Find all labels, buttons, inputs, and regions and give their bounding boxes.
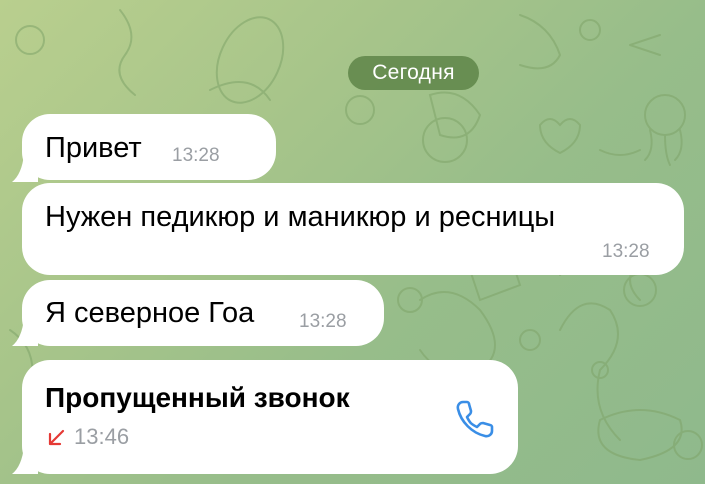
missed-call-title: Пропущенный звонок bbox=[45, 382, 350, 413]
missed-call-time: 13:46 bbox=[74, 424, 130, 449]
message-bubble[interactable]: Привет 13:28 bbox=[22, 114, 276, 180]
missed-call-bubble[interactable]: Пропущенный звонок 13:46 bbox=[22, 360, 518, 474]
message-text: Привет bbox=[45, 132, 142, 164]
message-text: Нужен педикюр и маникюр и ресницы bbox=[45, 201, 556, 233]
message-time: 13:28 bbox=[172, 145, 220, 166]
missed-call-arrow-icon bbox=[48, 429, 65, 446]
message-time: 13:28 bbox=[602, 241, 650, 262]
message-bubble[interactable]: Нужен педикюр и маникюр и ресницы 13:28 bbox=[22, 183, 684, 275]
phone-icon[interactable] bbox=[454, 398, 496, 440]
message-text: Я северное Гоа bbox=[45, 297, 255, 329]
message-time: 13:28 bbox=[299, 311, 347, 332]
date-separator: Сегодня bbox=[348, 56, 479, 90]
message-bubble[interactable]: Я северное Гоа 13:28 bbox=[22, 280, 384, 346]
